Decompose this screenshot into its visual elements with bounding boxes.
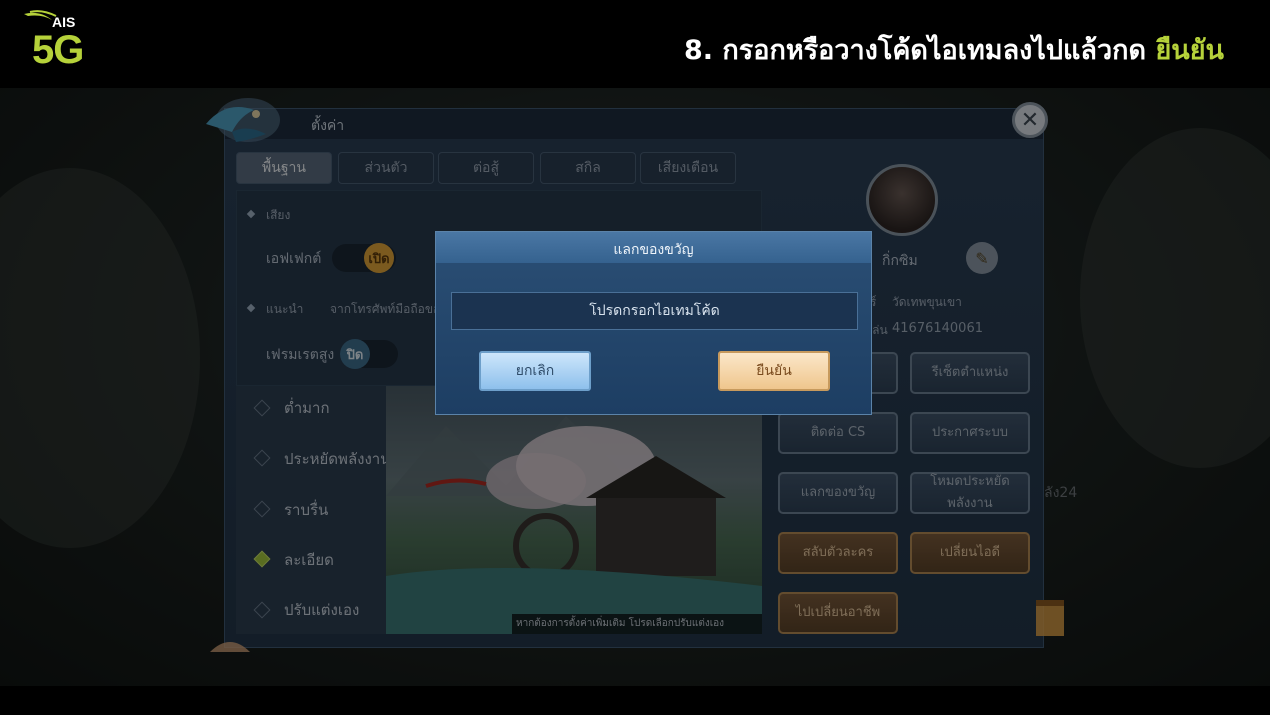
confirm-button[interactable]: ยืนยัน [718,351,830,391]
cancel-button[interactable]: ยกเลิก [479,351,591,391]
headline-text: 8. กรอกหรือวางโค้ดไอเทมลงไปแล้วกด [683,35,1147,66]
headline-highlight: ยืนยัน [1155,35,1224,66]
dialog-title: แลกของขวัญ [613,242,694,258]
redeem-gift-dialog: แลกของขวัญ ยกเลิก ยืนยัน [435,231,872,415]
logo-5g-text: 5G [32,28,84,72]
dialog-header: แลกของขวัญ [436,232,871,263]
screenshot-stage: AIS 5G 8. กรอกหรือวางโค้ดไอเทมลงไปแล้วกด… [0,0,1270,715]
item-code-input[interactable] [451,292,858,330]
ais-5g-logo: AIS 5G [22,10,92,76]
top-banner: AIS 5G 8. กรอกหรือวางโค้ดไอเทมลงไปแล้วกด… [0,0,1270,88]
bottom-bar [0,686,1270,715]
step-headline: 8. กรอกหรือวางโค้ดไอเทมลงไปแล้วกด ยืนยัน [684,28,1224,71]
